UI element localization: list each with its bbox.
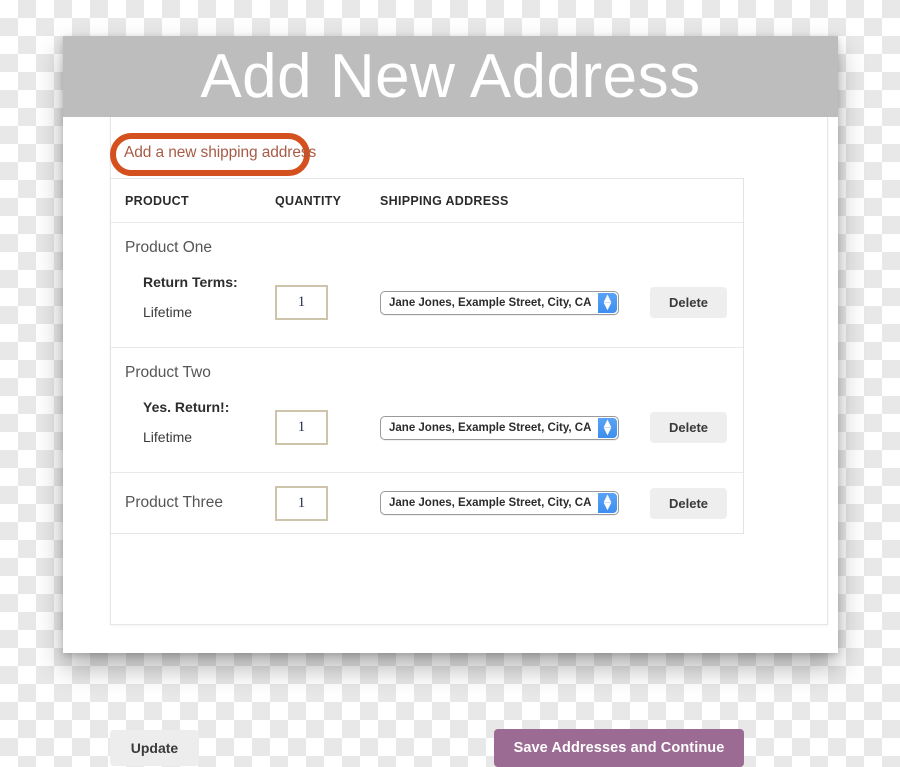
save-addresses-and-continue-button[interactable]: Save Addresses and Continue (494, 729, 744, 767)
column-header-shipping-address: SHIPPING ADDRESS (380, 193, 509, 208)
shipping-address-cell: Jane Jones, Example Street, City, CA ▲ ▼ (380, 239, 650, 315)
app-window: Add New Address Add a new shipping addre… (63, 36, 838, 767)
product-name: Product Two (125, 364, 211, 381)
product-name: Product Three (125, 493, 223, 511)
products-table: PRODUCT QUANTITY SHIPPING ADDRESS Produc… (110, 178, 744, 534)
table-header-row: PRODUCT QUANTITY SHIPPING ADDRESS (111, 179, 743, 223)
action-cell: Delete (650, 239, 745, 318)
quantity-cell (275, 239, 380, 320)
product-name: Product One (125, 239, 213, 256)
footer-actions: Update Save Addresses and Continue (110, 729, 744, 767)
stepper-glyph: ▲ ▼ (603, 293, 612, 312)
quantity-input[interactable] (275, 285, 328, 320)
shipping-address-select[interactable]: Jane Jones, Example Street, City, CA ▲ ▼ (380, 416, 619, 440)
delete-button[interactable]: Delete (650, 287, 727, 318)
stepper-glyph: ▲ ▼ (603, 493, 612, 512)
shipping-address-select[interactable]: Jane Jones, Example Street, City, CA ▲ ▼ (380, 491, 619, 515)
shipping-address-value: Jane Jones, Example Street, City, CA (389, 422, 592, 434)
shipping-address-value: Jane Jones, Example Street, City, CA (389, 497, 592, 509)
page-banner: Add New Address (63, 36, 838, 117)
add-new-shipping-address-link[interactable]: Add a new shipping address (124, 144, 316, 162)
stepper-glyph: ▲ ▼ (603, 418, 612, 437)
shipping-address-cell: Jane Jones, Example Street, City, CA ▲ ▼ (380, 491, 650, 515)
product-cell: Product Two Yes. Return!: Lifetime (111, 364, 275, 445)
product-cell: Product One Return Terms: Lifetime (111, 239, 275, 320)
quantity-input[interactable] (275, 485, 328, 521)
table-row: Product Three Jane Jones, Example Street… (111, 473, 743, 533)
quantity-cell (275, 364, 380, 445)
chevron-updown-icon[interactable]: ▲ ▼ (598, 493, 617, 513)
product-detail: Yes. Return!: Lifetime (125, 399, 275, 445)
product-detail-value: Lifetime (143, 303, 193, 320)
table-row: Product One Return Terms: Lifetime Jane … (111, 223, 743, 348)
quantity-cell (275, 485, 380, 521)
shipping-address-value: Jane Jones, Example Street, City, CA (389, 297, 592, 309)
column-header-quantity: QUANTITY (275, 193, 342, 208)
table-row: Product Two Yes. Return!: Lifetime Jane … (111, 348, 743, 473)
window-body: Add a new shipping address PRODUCT QUANT… (63, 117, 838, 767)
product-cell: Product Three (111, 494, 275, 513)
quantity-input[interactable] (275, 410, 328, 445)
chevron-updown-icon[interactable]: ▲ ▼ (598, 293, 617, 313)
product-detail-label: Yes. Return!: (143, 398, 230, 415)
product-detail-value: Lifetime (143, 428, 193, 445)
delete-button[interactable]: Delete (650, 412, 727, 443)
chevron-updown-icon[interactable]: ▲ ▼ (598, 418, 617, 438)
column-header-product: PRODUCT (125, 193, 189, 208)
update-button[interactable]: Update (110, 730, 199, 766)
shipping-address-select[interactable]: Jane Jones, Example Street, City, CA ▲ ▼ (380, 291, 619, 315)
action-cell: Delete (650, 487, 745, 519)
delete-button[interactable]: Delete (650, 487, 727, 519)
product-detail-label: Return Terms: (143, 273, 238, 290)
product-detail: Return Terms: Lifetime (125, 274, 275, 320)
shipping-address-cell: Jane Jones, Example Street, City, CA ▲ ▼ (380, 364, 650, 440)
action-cell: Delete (650, 364, 745, 443)
page-title: Add New Address (200, 41, 701, 111)
